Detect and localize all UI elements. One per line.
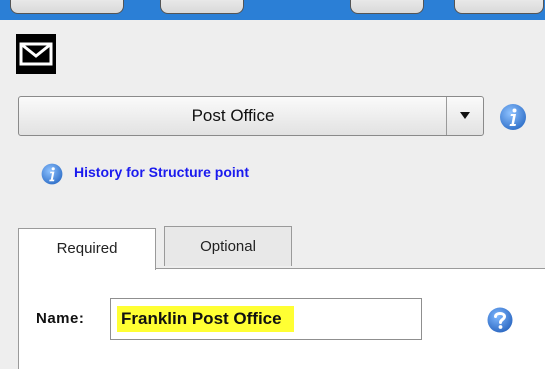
- toolbar-button-4[interactable]: [454, 0, 544, 14]
- history-link[interactable]: History for Structure point: [74, 164, 249, 180]
- info-icon[interactable]: [498, 102, 528, 132]
- name-label: Name:: [36, 310, 85, 327]
- toolbar-button-1[interactable]: [10, 0, 124, 14]
- toolbar-button-3[interactable]: [350, 0, 424, 14]
- name-value: Franklin Post Office: [117, 306, 294, 332]
- name-input[interactable]: Franklin Post Office: [110, 298, 422, 340]
- help-icon[interactable]: [486, 306, 514, 334]
- toolbar-button-2[interactable]: [160, 0, 244, 14]
- chevron-down-icon: [460, 112, 470, 119]
- tab-optional[interactable]: Optional: [164, 226, 292, 266]
- feature-type-select[interactable]: Post Office: [18, 96, 484, 136]
- feature-type-value: Post Office: [191, 106, 275, 125]
- info-icon: [41, 163, 63, 185]
- dropdown-button[interactable]: [446, 97, 483, 135]
- tab-required[interactable]: Required: [18, 228, 156, 270]
- envelope-icon: [16, 34, 56, 74]
- top-toolbar: [0, 0, 545, 20]
